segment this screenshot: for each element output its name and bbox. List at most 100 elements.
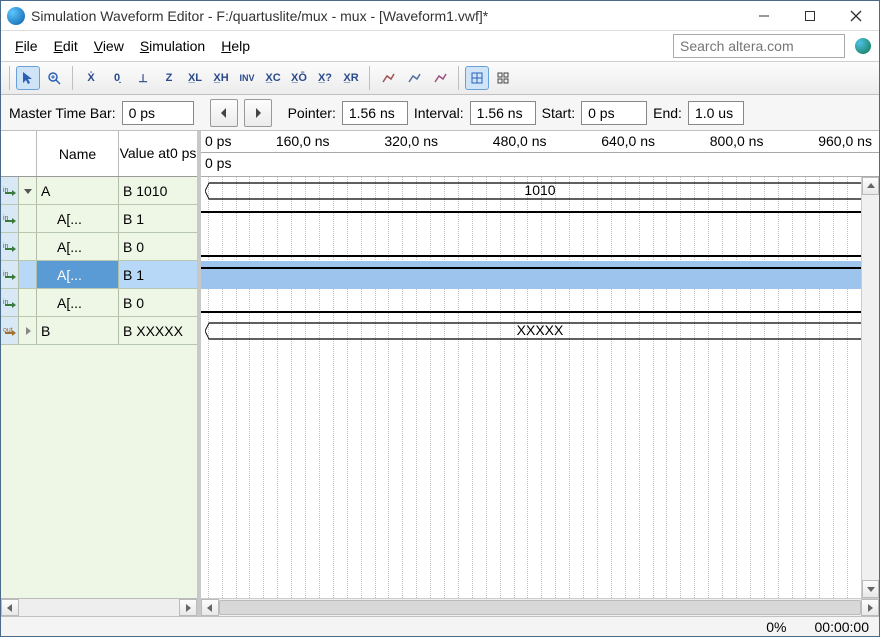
signal-value: B 1010	[119, 177, 197, 204]
start-label: Start:	[542, 105, 575, 121]
force-low-button[interactable]: 0̣	[105, 66, 129, 90]
ruler-tick: 320,0 ns	[384, 133, 438, 149]
ruler-tick: 160,0 ns	[276, 133, 330, 149]
signal-row[interactable]: in AB 1010	[1, 177, 197, 205]
master-time-input[interactable]	[122, 101, 194, 125]
next-transition-button[interactable]	[244, 99, 272, 127]
master-time-label: Master Time Bar:	[9, 105, 116, 121]
signal-direction-icon: in	[1, 205, 19, 232]
waveform-row-A3[interactable]	[201, 205, 879, 233]
scroll-down-button[interactable]	[862, 580, 879, 598]
menu-file[interactable]: File	[9, 35, 44, 57]
scroll-left-button[interactable]	[201, 599, 219, 616]
force-highz-button[interactable]: Z	[157, 66, 181, 90]
start-input[interactable]	[581, 101, 647, 125]
run-timing-sim-button[interactable]	[402, 66, 426, 90]
signal-value: B 1	[119, 261, 197, 288]
status-bar: 0% 00:00:00	[1, 616, 879, 636]
time-ruler[interactable]: 0 ps 160,0 ns 320,0 ns 480,0 ns 640,0 ns…	[201, 131, 879, 153]
interval-input[interactable]	[470, 101, 536, 125]
hscroll-thumb[interactable]	[219, 600, 861, 615]
pointer-input[interactable]	[342, 101, 408, 125]
overwrite-clock-button[interactable]: X̲Ō	[287, 66, 311, 90]
signal-list-pane: Name Value at0 ps inAB 1010inA[...B 1inA…	[1, 131, 201, 616]
signal-name[interactable]: A[...	[37, 261, 119, 288]
signal-name[interactable]: B	[37, 317, 119, 344]
snap-to-grid-button[interactable]	[465, 66, 489, 90]
waveform-row-A1[interactable]	[201, 261, 879, 289]
signal-direction-icon: in	[1, 177, 19, 204]
column-header-name[interactable]: Name	[37, 131, 119, 176]
bus-label: XXXXX	[517, 322, 564, 338]
menu-simulation[interactable]: Simulation	[134, 35, 211, 57]
signal-row[interactable]: inA[...B 1	[1, 261, 197, 289]
waveform-pane[interactable]: 0 ps 160,0 ns 320,0 ns 480,0 ns 640,0 ns…	[201, 131, 879, 616]
ruler-tick: 480,0 ns	[493, 133, 547, 149]
signal-value: B 1	[119, 205, 197, 232]
run-functional-sim-button[interactable]	[376, 66, 400, 90]
force-unknown-button[interactable]: Ẋ	[79, 66, 103, 90]
marker-row[interactable]: 0 ps	[201, 153, 879, 177]
ruler-tick: 800,0 ns	[710, 133, 764, 149]
signal-direction-icon: in	[1, 289, 19, 316]
signal-value: B 0	[119, 289, 197, 316]
signal-value: B XXXXX	[119, 317, 197, 344]
expand-toggle	[19, 233, 37, 260]
signal-row[interactable]: inA[...B 0	[1, 233, 197, 261]
status-time: 00:00:00	[815, 619, 870, 635]
arbitrary-button[interactable]: X̲?	[313, 66, 337, 90]
waveform-row-A0[interactable]	[201, 289, 879, 317]
minimize-button[interactable]	[741, 1, 787, 31]
status-progress: 0%	[766, 619, 786, 635]
sim-settings-button[interactable]	[428, 66, 452, 90]
column-header-value[interactable]: Value at0 ps	[119, 131, 197, 176]
ruler-tick: 960,0 ns	[818, 133, 872, 149]
force-weakhigh-button[interactable]: X̲H	[209, 66, 233, 90]
count-button[interactable]: X̲C	[261, 66, 285, 90]
signal-name[interactable]: A[...	[37, 289, 119, 316]
close-button[interactable]	[833, 1, 879, 31]
expand-toggle[interactable]	[19, 177, 37, 204]
waveform-row-A2[interactable]	[201, 233, 879, 261]
menu-view[interactable]: View	[88, 35, 130, 57]
invert-button[interactable]: INV	[235, 66, 259, 90]
waveform-vscrollbar[interactable]	[861, 177, 879, 598]
menu-help[interactable]: Help	[215, 35, 256, 57]
ruler-zero-label: 0 ps	[205, 133, 231, 149]
ruler-tick: 640,0 ns	[601, 133, 655, 149]
scroll-right-button[interactable]	[861, 599, 879, 616]
scroll-up-button[interactable]	[862, 177, 879, 195]
bus-label: 1010	[524, 182, 555, 198]
waveform-hscrollbar[interactable]	[201, 598, 879, 616]
prev-transition-button[interactable]	[210, 99, 238, 127]
waveform-row-B[interactable]: XXXXX	[201, 317, 879, 345]
waveform-row-A[interactable]: 1010	[201, 177, 879, 205]
waveform-body[interactable]: 1010	[201, 177, 879, 616]
signal-row[interactable]: in A[...B 1	[1, 205, 197, 233]
maximize-button[interactable]	[787, 1, 833, 31]
signal-row[interactable]: out BB XXXXX	[1, 317, 197, 345]
menu-edit[interactable]: Edit	[48, 35, 84, 57]
expand-toggle[interactable]	[19, 317, 37, 344]
pointer-label: Pointer:	[288, 105, 336, 121]
signal-row[interactable]: in A[...B 0	[1, 289, 197, 317]
random-button[interactable]: X̲R	[339, 66, 363, 90]
expand-toggle	[19, 205, 37, 232]
signal-name[interactable]: A[...	[37, 205, 119, 232]
zoom-tool-button[interactable]	[42, 66, 66, 90]
end-input[interactable]	[688, 101, 744, 125]
signal-list-hscrollbar[interactable]	[1, 598, 197, 616]
globe-icon[interactable]	[855, 38, 871, 54]
signal-direction-icon: out	[1, 317, 19, 344]
pointer-tool-button[interactable]	[16, 66, 40, 90]
expand-toggle	[19, 261, 37, 288]
signal-name[interactable]: A	[37, 177, 119, 204]
search-input[interactable]	[673, 34, 845, 58]
marker-label: 0 ps	[205, 155, 231, 171]
signal-name[interactable]: A[...	[37, 233, 119, 260]
snap-to-transition-button[interactable]	[491, 66, 515, 90]
scroll-right-button[interactable]	[179, 599, 197, 616]
force-weaklow-button[interactable]: X̲L	[183, 66, 207, 90]
scroll-left-button[interactable]	[1, 599, 19, 616]
force-high-button[interactable]: ⊥	[131, 66, 155, 90]
